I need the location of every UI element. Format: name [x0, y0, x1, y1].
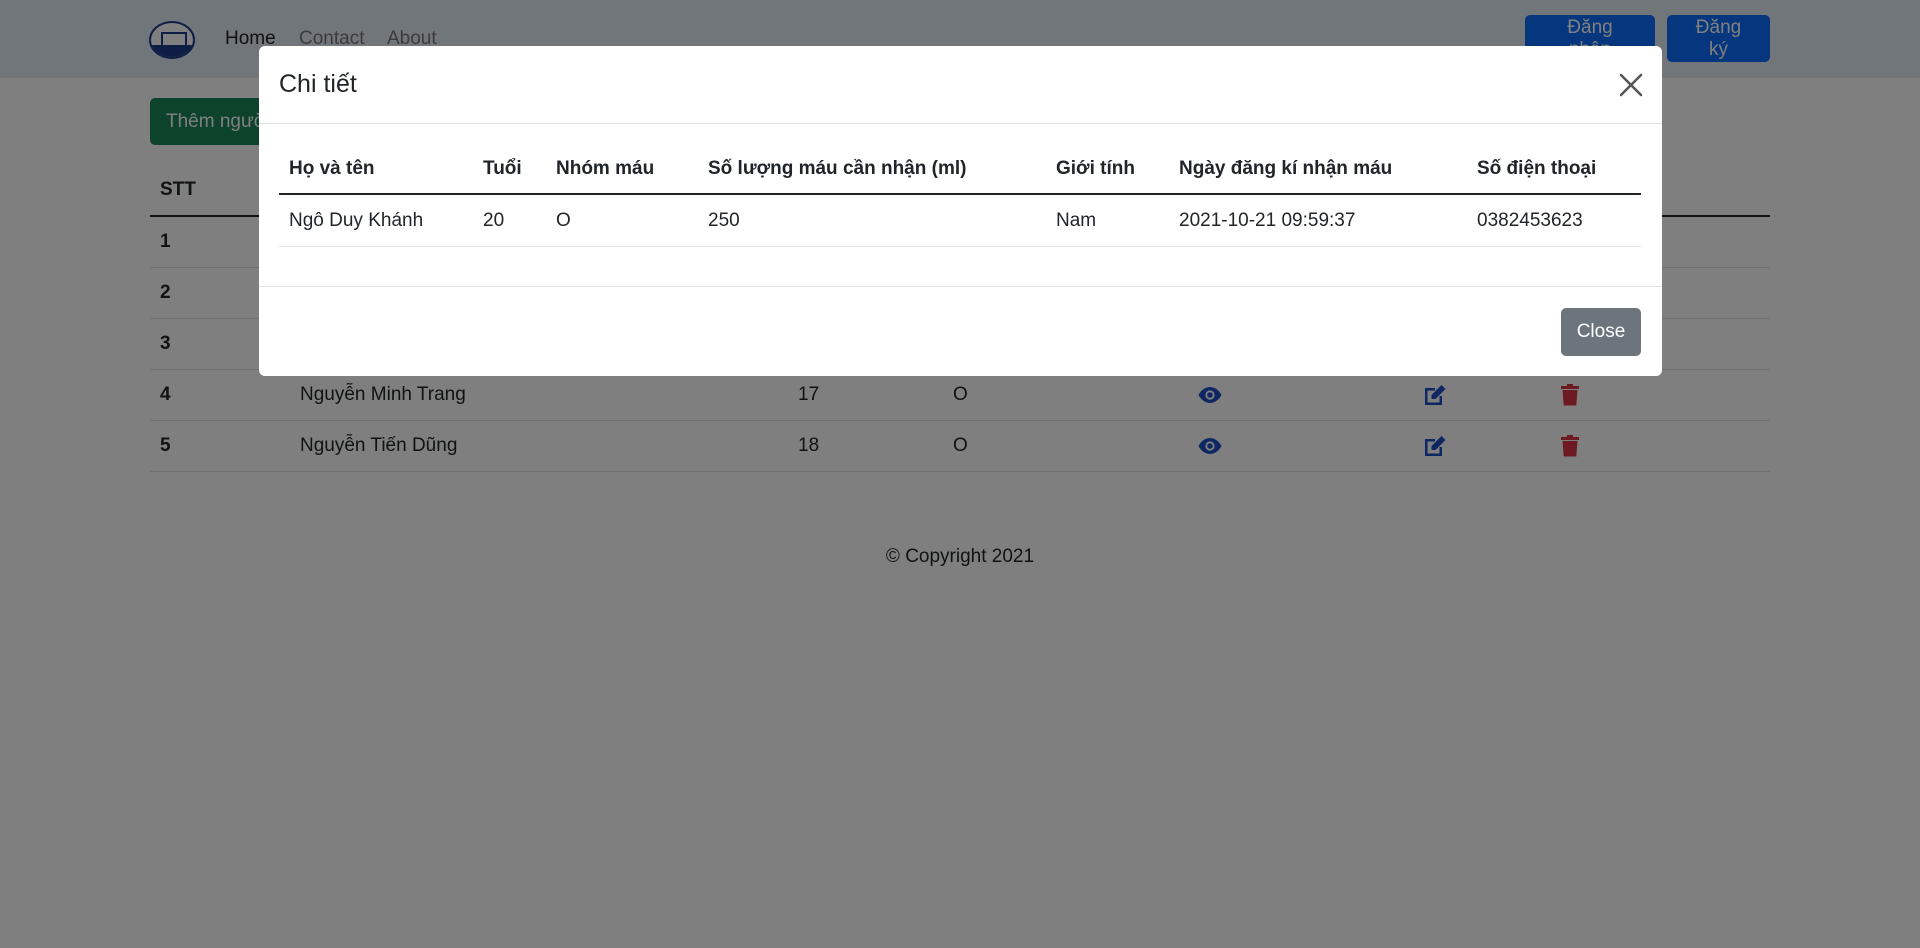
detail-age: 20	[473, 194, 546, 247]
detail-name: Ngô Duy Khánh	[279, 194, 473, 247]
detail-row: Ngô Duy Khánh 20 O 250 Nam 2021-10-21 09…	[279, 194, 1641, 247]
detail-phone: 0382453623	[1467, 194, 1641, 247]
detail-col-blood-amount: Số lượng máu cần nhận (ml)	[698, 144, 1046, 195]
close-button[interactable]: Close	[1561, 308, 1641, 356]
modal-header: Chi tiết	[259, 46, 1662, 124]
detail-gender: Nam	[1046, 194, 1169, 247]
detail-blood-amount: 250	[698, 194, 1046, 247]
detail-col-date: Ngày đăng kí nhận máu	[1169, 144, 1467, 195]
detail-col-name: Họ và tên	[279, 144, 473, 195]
detail-modal: Chi tiết Họ và tên Tuổi Nhóm máu Số lượn…	[259, 46, 1662, 376]
detail-col-blood-group: Nhóm máu	[546, 144, 698, 195]
detail-header-row: Họ và tên Tuổi Nhóm máu Số lượng máu cần…	[279, 144, 1641, 195]
detail-table: Họ và tên Tuổi Nhóm máu Số lượng máu cần…	[279, 144, 1641, 247]
detail-col-age: Tuổi	[473, 144, 546, 195]
detail-date: 2021-10-21 09:59:37	[1169, 194, 1467, 247]
detail-col-gender: Giới tính	[1046, 144, 1169, 195]
close-icon[interactable]	[1616, 70, 1646, 100]
modal-title: Chi tiết	[279, 70, 357, 98]
modal-footer: Close	[259, 286, 1662, 376]
detail-col-phone: Số điện thoại	[1467, 144, 1641, 195]
detail-blood-group: O	[546, 194, 698, 247]
